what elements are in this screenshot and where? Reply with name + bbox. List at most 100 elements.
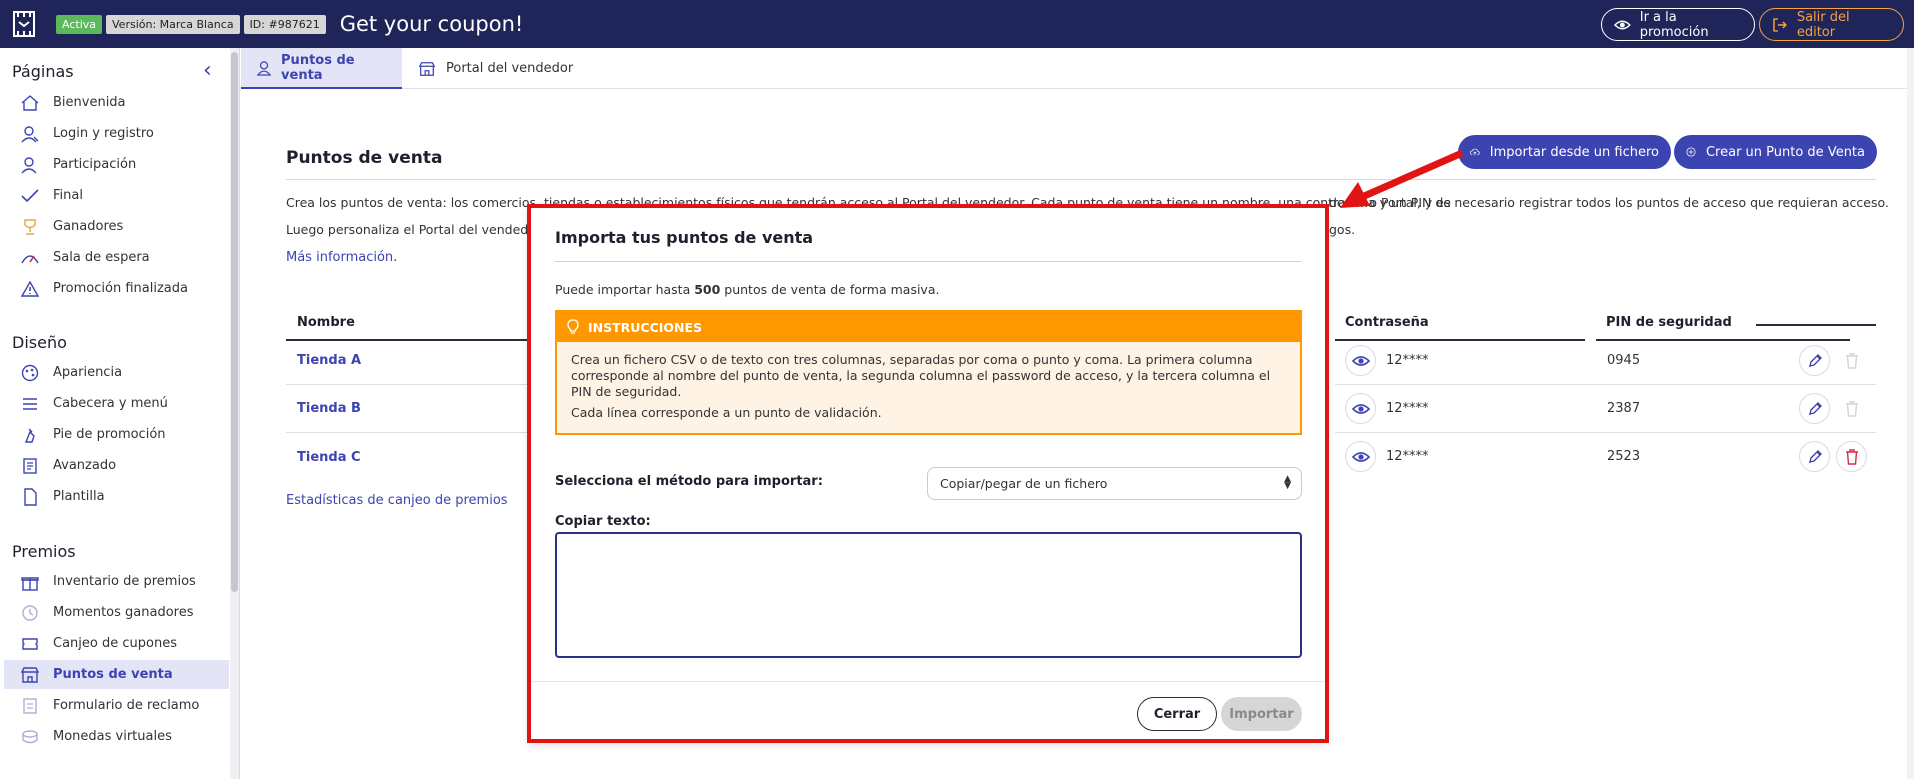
sidebar-item-label: Avanzado xyxy=(53,458,117,473)
delete-button[interactable] xyxy=(1836,393,1867,424)
tab-bar: Puntos de venta Portal del vendedor xyxy=(241,48,1914,89)
copy-text-input[interactable] xyxy=(555,532,1302,658)
row-password: 12**** xyxy=(1386,449,1429,464)
eye-icon xyxy=(1351,355,1370,366)
column-header-actions xyxy=(1756,315,1876,326)
instructions-text: Crea un fichero CSV o de texto con tres … xyxy=(571,352,1271,399)
sidebar-item-canjeo[interactable]: Canjeo de cupones xyxy=(4,629,229,658)
close-button[interactable]: Cerrar xyxy=(1137,697,1217,731)
sidebar-item-bienvenida[interactable]: Bienvenida xyxy=(4,88,229,117)
form-icon xyxy=(18,696,42,716)
show-password-button[interactable] xyxy=(1345,345,1376,376)
sidebar-item-label: Cabecera y menú xyxy=(53,396,168,411)
collapse-sidebar-icon[interactable]: ‹ xyxy=(203,58,212,83)
sidebar-item-sala-espera[interactable]: Sala de espera xyxy=(4,243,229,272)
go-to-promotion-button[interactable]: Ir a la promoción xyxy=(1601,8,1755,41)
sidebar-item-formulario[interactable]: Formulario de reclamo xyxy=(4,691,229,720)
row-name[interactable]: Tienda C xyxy=(297,450,361,465)
edit-button[interactable] xyxy=(1799,345,1830,376)
description-line-2: Luego personaliza el Portal del vendedo xyxy=(286,222,536,237)
sidebar-item-label: Pie de promoción xyxy=(53,427,166,442)
sidebar-item-label: Momentos ganadores xyxy=(53,605,194,620)
tab-label: Portal del vendedor xyxy=(446,61,574,76)
check-icon xyxy=(18,186,42,206)
row-name[interactable]: Tienda B xyxy=(297,401,361,416)
sidebar-item-label: Sala de espera xyxy=(53,250,150,265)
more-info-link[interactable]: Más información. xyxy=(286,250,397,265)
sidebar-item-label: Formulario de reclamo xyxy=(53,698,200,713)
modal-title-divider xyxy=(555,261,1301,262)
status-badge: Activa xyxy=(56,14,102,34)
edit-button[interactable] xyxy=(1799,393,1830,424)
row-divider xyxy=(286,432,529,433)
sidebar-item-puntos-venta[interactable]: Puntos de venta xyxy=(4,660,229,689)
exit-editor-button[interactable]: Salir del editor xyxy=(1759,8,1904,41)
tab-portal-vendedor[interactable]: Portal del vendedor xyxy=(402,48,589,89)
trash-icon xyxy=(1845,400,1858,417)
footer-icon xyxy=(18,425,42,445)
sidebar-item-inventario[interactable]: Inventario de premios xyxy=(4,567,229,596)
import-modal: Importa tus puntos de venta Puede import… xyxy=(529,206,1326,742)
sidebar-item-login[interactable]: Login y registro xyxy=(4,119,229,148)
section-heading-pages: Páginas xyxy=(12,62,74,81)
title-divider xyxy=(286,179,1876,180)
import-button[interactable]: Importar xyxy=(1221,697,1302,731)
sidebar-item-label: Participación xyxy=(53,157,137,172)
palette-icon xyxy=(18,363,42,383)
column-header-name: Nombre xyxy=(286,315,529,341)
create-point-of-sale-button[interactable]: Crear un Punto de Venta xyxy=(1674,135,1877,169)
instructions-title: INSTRUCCIONES xyxy=(588,319,703,335)
delete-button[interactable] xyxy=(1836,345,1867,376)
cloud-upload-icon xyxy=(1470,148,1480,156)
template-icon xyxy=(18,487,42,507)
edit-button[interactable] xyxy=(1799,441,1830,472)
sidebar-item-ganadores[interactable]: Ganadores xyxy=(4,212,229,241)
sidebar-scrollbar-thumb[interactable] xyxy=(231,52,238,592)
sidebar-item-label: Ganadores xyxy=(53,219,124,234)
sidebar-item-final[interactable]: Final xyxy=(4,181,229,210)
sidebar-item-promocion-finalizada[interactable]: Promoción finalizada xyxy=(4,274,229,303)
sidebar-item-participacion[interactable]: Participación xyxy=(4,150,229,179)
instructions-note: Cada línea corresponde a un punto de val… xyxy=(571,405,882,420)
exit-icon xyxy=(1773,17,1787,32)
tab-puntos-de-venta[interactable]: Puntos de venta xyxy=(241,48,402,89)
go-to-promotion-label: Ir a la promoción xyxy=(1639,9,1709,40)
menu-icon xyxy=(18,394,42,414)
tab-label: Puntos de venta xyxy=(281,52,355,83)
eye-icon xyxy=(1614,20,1631,29)
pencil-icon xyxy=(1808,401,1822,415)
import-from-file-button[interactable]: Importar desde un fichero xyxy=(1458,135,1671,169)
app-logo-icon[interactable] xyxy=(0,0,48,48)
row-password: 12**** xyxy=(1386,401,1429,416)
sidebar-item-plantilla[interactable]: Plantilla xyxy=(4,482,229,511)
show-password-button[interactable] xyxy=(1345,441,1376,472)
row-name[interactable]: Tienda A xyxy=(297,353,361,368)
sidebar-item-pie[interactable]: Pie de promoción xyxy=(4,420,229,449)
import-method-select[interactable]: Copiar/pegar de un fichero ▲ ▼ xyxy=(927,467,1302,500)
row-pin: 2523 xyxy=(1607,449,1641,464)
sidebar-item-avanzado[interactable]: Avanzado xyxy=(4,451,229,480)
sidebar-item-label: Login y registro xyxy=(53,126,154,141)
coins-icon xyxy=(18,727,42,747)
gift-icon xyxy=(18,572,42,592)
sidebar-item-monedas[interactable]: Monedas virtuales xyxy=(4,722,229,751)
sidebar-item-label: Monedas virtuales xyxy=(53,729,172,744)
sidebar-item-momentos[interactable]: Momentos ganadores xyxy=(4,598,229,627)
lightbulb-icon xyxy=(567,319,579,334)
select-arrows-icon: ▲ ▼ xyxy=(1284,474,1291,491)
sidebar-item-apariencia[interactable]: Apariencia xyxy=(4,358,229,387)
promotion-title: Get your coupon! xyxy=(339,12,524,36)
import-method-value: Copiar/pegar de un fichero xyxy=(940,476,1108,491)
main-scrollbar[interactable] xyxy=(1907,48,1914,779)
redemption-stats-link[interactable]: Estadísticas de canjeo de premios xyxy=(286,493,508,508)
row-pin: 0945 xyxy=(1607,353,1641,368)
row-pin: 2387 xyxy=(1607,401,1641,416)
section-heading-prizes: Premios xyxy=(12,542,76,561)
modal-footer-divider xyxy=(529,681,1326,682)
delete-button[interactable] xyxy=(1836,441,1867,472)
sidebar-item-cabecera[interactable]: Cabecera y menú xyxy=(4,389,229,418)
show-password-button[interactable] xyxy=(1345,393,1376,424)
copy-text-label: Copiar texto: xyxy=(555,514,651,529)
more-info-label: Más información xyxy=(286,250,394,265)
sidebar-item-label: Final xyxy=(53,188,83,203)
